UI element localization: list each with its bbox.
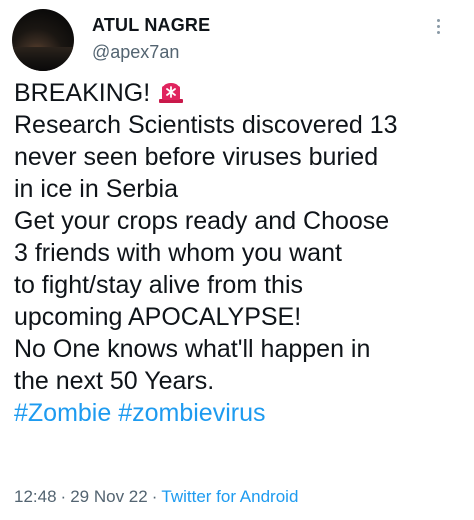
meta-separator: ·	[60, 487, 67, 506]
tweet-line: Get your crops ready and Choose	[14, 207, 390, 235]
police-car-light-icon	[158, 78, 184, 104]
tweet-line: never seen before viruses buried	[14, 143, 379, 171]
tweet-line: Research Scientists discovered 13	[14, 111, 398, 139]
meta-separator: ·	[151, 487, 158, 506]
tweet-meta: 12:48 · 29 Nov 22 · Twitter for Android	[14, 486, 298, 508]
hashtag-line: #Zombie #zombievirus	[14, 397, 466, 429]
tweet-line: in ice in Serbia	[14, 175, 178, 203]
tweet-line: upcoming APOCALYPSE!	[14, 303, 302, 331]
hashtag-link[interactable]: #Zombie	[14, 399, 111, 427]
tweet-text: BREAKING! Research Scientists discovered…	[14, 77, 466, 429]
tweet-date[interactable]: 29 Nov 22	[70, 487, 148, 506]
tweet-line: 3 friends with whom you want	[14, 239, 342, 267]
hashtag-link[interactable]: #zombievirus	[118, 399, 265, 427]
tweet-line-text: BREAKING!	[14, 79, 151, 107]
tweet-line: the next 50 Years.	[14, 367, 215, 395]
tweet: ATUL NAGRE @apex7an BREAKING! Research S…	[0, 0, 474, 520]
tweet-line: to fight/stay alive from this	[14, 271, 304, 299]
tweet-source-link[interactable]: Twitter for Android	[161, 487, 298, 506]
tweet-line: BREAKING!	[14, 77, 466, 109]
more-options-icon[interactable]	[430, 16, 446, 36]
avatar[interactable]	[12, 9, 74, 71]
tweet-line: No One knows what'll happen in	[14, 335, 371, 363]
author-display-name[interactable]: ATUL NAGRE	[92, 14, 210, 36]
tweet-time[interactable]: 12:48	[14, 487, 57, 506]
avatar-landscape	[12, 47, 74, 71]
author-handle[interactable]: @apex7an	[92, 41, 179, 63]
